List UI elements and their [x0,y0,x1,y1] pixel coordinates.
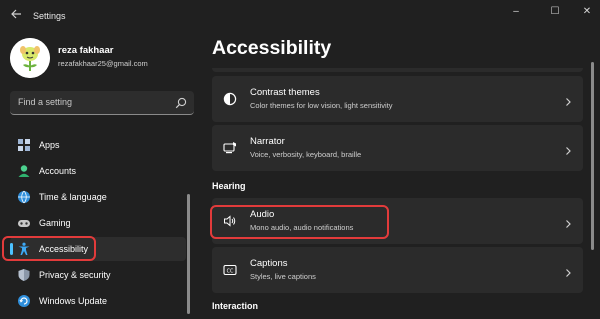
sidebar-item-label: Windows Update [39,296,108,306]
accessibility-highlight-box [2,236,96,261]
shield-icon [17,268,31,282]
avatar[interactable] [10,38,50,78]
user-name: reza fakhaar [58,45,114,56]
sidebar-item-time-language[interactable]: Time & language [10,185,186,209]
card-subtitle: Voice, verbosity, keyboard, braille [250,150,362,159]
card-title: Narrator [250,136,285,147]
sidebar-item-label: Privacy & security [39,270,111,280]
section-heading-hearing: Hearing [212,181,246,191]
close-button[interactable]: ✕ [575,4,599,20]
accounts-icon [17,164,31,178]
chevron-right-icon [564,94,572,106]
minimize-button[interactable]: – [504,4,528,20]
sidebar-scrollbar[interactable] [187,122,190,319]
sidebar-item-windows-update[interactable]: Windows Update [10,289,186,313]
search-box[interactable] [10,91,194,115]
contrast-themes-card[interactable]: Contrast themes Color themes for low vis… [212,76,583,122]
section-heading-interaction: Interaction [212,301,259,311]
card-title: Contrast themes [250,87,320,98]
narrator-card[interactable]: Narrator Voice, verbosity, keyboard, bra… [212,125,583,171]
time-language-icon [17,190,31,204]
chevron-right-icon [564,216,572,228]
sidebar-item-label: Accounts [39,166,77,176]
chevron-right-icon [564,143,572,155]
main-scrollbar[interactable] [591,62,594,319]
sidebar-item-label: Apps [39,140,60,150]
svg-text:CC: CC [227,268,234,274]
card-subtitle: Color themes for low vision, light sensi… [250,101,393,110]
chevron-right-icon [564,265,572,277]
card-title: Captions [250,258,288,269]
sidebar-item-gaming[interactable]: Gaming [10,211,186,235]
card-subtitle: Styles, live captions [250,272,316,281]
partial-card [212,68,583,72]
title-bar: Settings – ☐ ✕ [0,0,600,32]
page-title: Accessibility [212,37,332,59]
contrast-icon [223,92,237,106]
windows-update-icon [17,294,31,308]
narrator-icon [223,141,237,155]
sidebar-item-label: Time & language [39,192,107,202]
apps-icon [17,138,31,152]
sidebar-scrollbar-thumb[interactable] [187,194,190,314]
back-arrow-icon[interactable] [6,7,26,25]
window-title: Settings [33,11,66,21]
captions-icon: CC [223,263,237,277]
audio-highlight-box [210,205,389,239]
sidebar-item-apps[interactable]: Apps [10,133,186,157]
gaming-icon [17,216,31,230]
sidebar-item-privacy-security[interactable]: Privacy & security [10,263,186,287]
sidebar-item-accounts[interactable]: Accounts [10,159,186,183]
sidebar-item-label: Gaming [39,218,71,228]
search-input[interactable] [18,91,168,113]
user-email: rezafakhaar25@gmail.com [58,59,148,68]
maximize-button[interactable]: ☐ [543,4,567,20]
search-icon[interactable] [175,96,187,109]
captions-card[interactable]: CC Captions Styles, live captions [212,247,583,293]
main-scrollbar-thumb[interactable] [591,62,594,250]
